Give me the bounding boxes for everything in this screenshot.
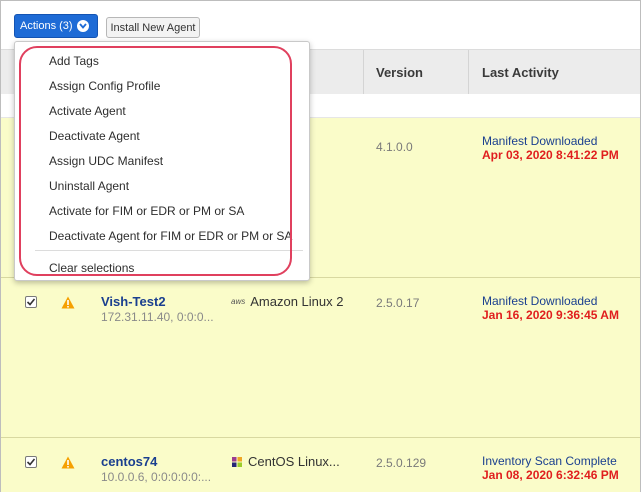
column-divider [468,50,469,94]
os-label: CentOS Linux... [248,454,340,469]
chevron-down-icon [76,20,89,32]
row-checkbox[interactable] [25,456,37,468]
table-row[interactable]: centos74 10.0.0.6, 0:0:0:0:0:... CentOS … [1,438,640,492]
row-checkbox[interactable] [25,296,37,308]
centos-icon [232,456,242,467]
toolbar: Actions (3) Install New Agent [1,1,640,41]
last-activity-time: Jan 16, 2020 9:36:45 AM [482,308,619,322]
last-activity-time: Apr 03, 2020 8:41:22 PM [482,148,619,162]
agent-ip: 10.0.0.6, 0:0:0:0:0:... [101,470,212,484]
actions-dropdown-button[interactable]: Actions (3) [14,14,98,38]
annotation-highlight [19,46,292,276]
install-new-agent-button[interactable]: Install New Agent [106,17,200,38]
last-activity-time: Jan 08, 2020 6:32:46 PM [482,468,619,482]
agent-ip: 172.31.11.40, 0:0:0... [101,310,214,324]
agent-version: 2.5.0.17 [376,296,420,310]
table-row[interactable]: Vish-Test2 172.31.11.40, 0:0:0... aws Am… [1,278,640,438]
warning-icon [61,296,75,309]
checkmark-icon [26,298,36,306]
column-header-version[interactable]: Version [376,65,423,80]
last-activity-status: Manifest Downloaded [482,134,598,148]
checkmark-icon [26,458,36,466]
agent-os: aws Amazon Linux 2 [231,294,343,309]
column-divider [363,50,364,94]
actions-button-label: Actions (3) [20,20,73,32]
agents-panel: Actions (3) Install New Agent Version La… [0,0,641,492]
agent-name-link[interactable]: centos74 [101,454,157,469]
agent-name-link[interactable]: Vish-Test2 [101,294,166,309]
agent-os: CentOS Linux... [231,454,340,469]
warning-icon [61,456,75,469]
last-activity-status: Manifest Downloaded [482,294,598,308]
agent-version: 4.1.0.0 [376,140,413,154]
os-label: Amazon Linux 2 [250,294,344,309]
last-activity-status: Inventory Scan Complete [482,454,617,468]
column-header-last-activity[interactable]: Last Activity [482,65,559,80]
agent-version: 2.5.0.129 [376,456,427,470]
aws-icon: aws [231,297,246,306]
